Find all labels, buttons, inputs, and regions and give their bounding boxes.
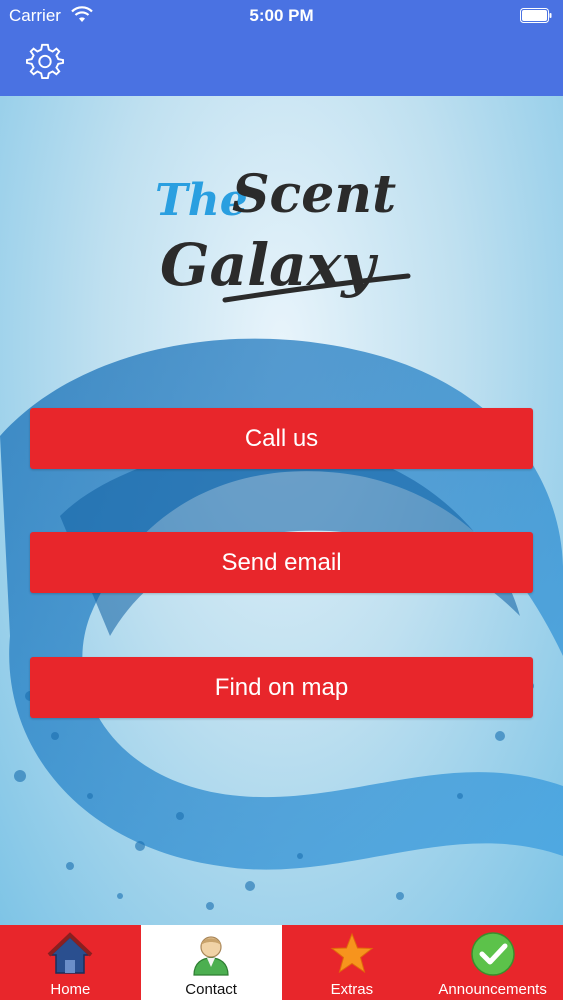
person-icon [193,936,229,976]
tab-label-extras: Extras [330,981,374,998]
house-icon [47,932,93,974]
checkmark-icon [470,932,515,976]
svg-text:Galaxy: Galaxy [160,231,379,299]
svg-text:Scent: Scent [232,164,396,225]
tab-announcements[interactable]: Announcements [422,925,563,1000]
gear-icon[interactable] [26,42,64,80]
tab-home[interactable]: Home [0,925,141,1000]
tab-bar: Home Contact Extras Announcements [0,925,563,1000]
tab-label-home: Home [50,981,91,998]
call-us-button[interactable]: Call us [30,408,533,469]
status-bar: Carrier 5:00 PM [0,0,563,32]
brand-logo: The Scent Galaxy [155,164,411,303]
tab-label-contact: Contact [185,981,237,998]
find-on-map-button[interactable]: Find on map [30,657,533,718]
tab-extras[interactable]: Extras [281,925,423,1000]
tab-label-announcements: Announcements [438,981,547,998]
battery-icon [520,8,552,23]
clock: 5:00 PM [249,6,314,25]
send-email-button[interactable]: Send email [30,532,533,593]
tab-contact[interactable]: Contact [140,925,282,1000]
top-bar: Carrier 5:00 PM [0,0,563,96]
star-icon [330,932,374,974]
